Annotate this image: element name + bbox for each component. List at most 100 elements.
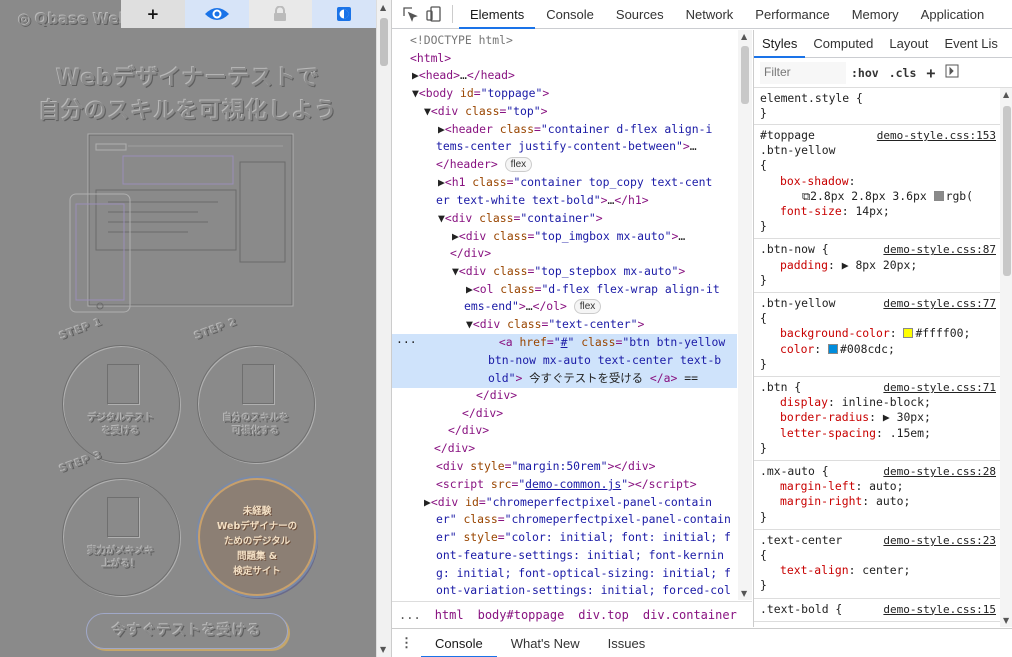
dom-node[interactable]: ▶<h1 class="container top_copy text-cent	[392, 174, 737, 192]
style-rule[interactable]: .btn-yellow demo-style.css:77 { backgrou…	[754, 293, 1000, 378]
tab-elements[interactable]: Elements	[459, 0, 536, 29]
drawer-tab-whats-new[interactable]: What's New	[497, 629, 594, 657]
tab-performance[interactable]: Performance	[744, 0, 840, 29]
dom-node[interactable]: <html>	[392, 50, 737, 68]
dom-node[interactable]: ▼<div class="top_stepbox mx-auto">	[392, 263, 737, 281]
styles-filter-input[interactable]: Filter	[760, 61, 846, 84]
dom-tree[interactable]: <!DOCTYPE html> <html> ▶<head>…</head> ▼…	[392, 30, 737, 600]
toggle-sidebar-icon[interactable]	[940, 64, 964, 81]
tab-console[interactable]: Console	[535, 0, 605, 29]
dom-node[interactable]: </div>	[392, 387, 737, 405]
dom-node[interactable]: </div>	[392, 440, 737, 458]
scroll-down-icon[interactable]: ▼	[380, 645, 386, 654]
style-rule[interactable]: .btn { demo-style.css:71 display: inline…	[754, 377, 1000, 462]
dom-node[interactable]: <script src="demo-common.js"></script>	[392, 476, 737, 494]
property-value[interactable]: 30px;	[897, 410, 931, 424]
dom-node[interactable]: ▶<header class="container d-flex align-i	[392, 121, 737, 139]
scroll-up-icon[interactable]: ▲	[380, 3, 386, 12]
device-toolbar-icon[interactable]	[422, 0, 446, 29]
style-rule[interactable]: .mx-auto { demo-style.css:28 margin-left…	[754, 461, 1000, 530]
property-name[interactable]: padding	[780, 258, 828, 272]
property-name[interactable]: font-size	[780, 204, 842, 218]
tab-network[interactable]: Network	[675, 0, 745, 29]
add-button[interactable]: +	[121, 0, 185, 28]
dom-node[interactable]: ▶<div class="top_imgbox mx-auto">…	[392, 228, 737, 246]
color-swatch[interactable]	[903, 328, 914, 339]
styles-scrollbar[interactable]: ▲ ▼	[1000, 88, 1012, 627]
breadcrumb-item[interactable]: div.top	[571, 608, 636, 622]
property-name[interactable]: letter-spacing	[780, 426, 876, 440]
color-swatch[interactable]	[933, 190, 944, 201]
style-rule[interactable]: element.style { }	[754, 88, 1000, 125]
elements-scrollbar[interactable]: ▲ ▼	[738, 30, 752, 600]
breadcrumb-item[interactable]: html	[428, 608, 471, 622]
scroll-down-icon[interactable]: ▼	[1003, 616, 1009, 625]
hover-state-button[interactable]: :hov	[846, 66, 884, 80]
tab-styles[interactable]: Styles	[754, 30, 806, 58]
tab-computed[interactable]: Computed	[805, 30, 881, 58]
property-value[interactable]: rgb(	[946, 189, 973, 203]
shadow-editor-icon[interactable]: ⧉	[802, 189, 810, 203]
property-value[interactable]: inline-block;	[842, 395, 931, 409]
inspect-element-icon[interactable]	[398, 0, 422, 29]
breadcrumb-item[interactable]: ‹	[744, 608, 752, 622]
dom-node[interactable]: </div>	[392, 422, 737, 440]
dom-node[interactable]: </div>	[392, 405, 737, 423]
scrollbar-thumb[interactable]	[380, 18, 388, 66]
style-rule[interactable]: .btn-now { demo-style.css:87 padding: ▶ …	[754, 239, 1000, 294]
rule-source-link[interactable]: demo-style.css:153	[877, 128, 996, 143]
eye-icon[interactable]	[184, 0, 249, 28]
scroll-up-icon[interactable]: ▲	[741, 32, 747, 41]
lock-icon[interactable]	[248, 0, 313, 28]
tab-sources[interactable]: Sources	[605, 0, 675, 29]
new-rule-button[interactable]: +	[921, 64, 940, 82]
property-name[interactable]: border-radius	[780, 410, 869, 424]
property-value[interactable]: .15em;	[890, 426, 931, 440]
rule-source-link[interactable]: demo-style.css:87	[883, 242, 996, 257]
tab-event-listeners[interactable]: Event Lis	[936, 30, 1005, 58]
property-name[interactable]: box-shadow	[780, 174, 849, 188]
property-name[interactable]: margin-right	[780, 494, 862, 508]
flex-badge[interactable]: flex	[573, 299, 602, 314]
take-test-button[interactable]: 今すぐテストを受ける	[86, 613, 288, 649]
rule-source-link[interactable]: demo-style.css:15	[883, 602, 996, 617]
preview-scrollbar[interactable]: ▲ ▼	[376, 0, 391, 657]
color-swatch[interactable]	[828, 343, 839, 354]
dom-node[interactable]: ▼<body id="toppage">	[392, 85, 737, 103]
css-rules-list[interactable]: element.style { } #toppage .btn-yellow d…	[754, 88, 1000, 627]
rule-source-link[interactable]: demo-style.css:71	[883, 380, 996, 395]
dom-node[interactable]: ▶<ol class="d-flex flex-wrap align-it	[392, 281, 737, 299]
tab-memory[interactable]: Memory	[841, 0, 910, 29]
drawer-tab-issues[interactable]: Issues	[594, 629, 660, 657]
scroll-down-icon[interactable]: ▼	[741, 589, 747, 598]
breadcrumb-item[interactable]: div.container	[636, 608, 744, 622]
property-name[interactable]: background-color	[780, 326, 890, 340]
breadcrumb-item[interactable]: body#toppage	[471, 608, 572, 622]
property-value[interactable]: #008cdc;	[840, 342, 895, 356]
dom-node[interactable]: <div style="margin:50rem"></div>	[392, 458, 737, 476]
rule-source-link[interactable]: demo-style.css:23	[883, 533, 996, 548]
property-value[interactable]: 2.8px 2.8px 3.6px	[810, 189, 927, 203]
property-value[interactable]: center;	[862, 563, 910, 577]
property-name[interactable]: display	[780, 395, 828, 409]
dom-node[interactable]: ▶<head>…</head>	[392, 67, 737, 85]
dom-node[interactable]: ▼<div class="text-center">	[392, 316, 737, 334]
flex-badge[interactable]: flex	[504, 157, 533, 172]
scrollbar-thumb[interactable]	[741, 46, 749, 104]
property-value[interactable]: auto;	[876, 494, 910, 508]
style-rule[interactable]: .text-center demo-style.css:23 { text-al…	[754, 530, 1000, 599]
property-value[interactable]: #ffff00;	[915, 326, 970, 340]
property-value[interactable]: auto;	[869, 479, 903, 493]
dom-node[interactable]: </header> flex	[392, 156, 737, 174]
breadcrumb-overflow[interactable]: ...	[392, 608, 428, 622]
tab-application[interactable]: Application	[910, 0, 996, 29]
site-logo[interactable]: ◎ Qbase Web	[18, 10, 130, 28]
property-value[interactable]: 8px 20px;	[855, 258, 917, 272]
style-rule[interactable]: #toppage .btn-yellow demo-style.css:153 …	[754, 125, 1000, 240]
scroll-up-icon[interactable]: ▲	[1003, 90, 1009, 99]
rule-source-link[interactable]: demo-style.css:77	[883, 296, 996, 311]
style-rule[interactable]: .text-bold { demo-style.css:15	[754, 599, 1000, 622]
drawer-tab-console[interactable]: Console	[421, 629, 497, 657]
dom-node[interactable]: ▼<div class="container">	[392, 210, 737, 228]
class-toggle-button[interactable]: .cls	[884, 66, 922, 80]
